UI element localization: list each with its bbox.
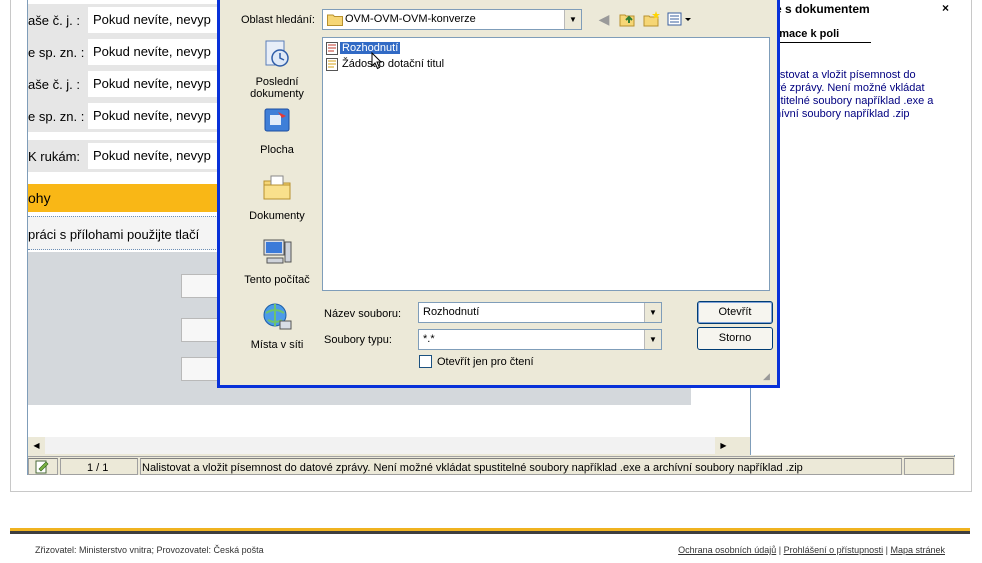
place-desktop[interactable]: Plocha — [231, 106, 323, 156]
folder-icon — [327, 14, 343, 26]
filetype-value: *.* — [423, 333, 435, 345]
form-row-label: e sp. zn. : — [28, 109, 85, 124]
readonly-checkbox[interactable] — [419, 355, 432, 368]
help-pane-text: listovat a vložit písemnost do vé zprávy… — [775, 69, 934, 120]
document-file-icon — [326, 42, 338, 55]
status-cell-extra — [904, 458, 954, 475]
footer-link-sitemap[interactable]: Mapa stránek — [890, 545, 945, 555]
filetype-select[interactable]: *.* ▼ — [418, 329, 662, 350]
footer-divider — [10, 528, 970, 534]
document-file-icon — [326, 58, 338, 71]
back-icon[interactable]: ◀ — [595, 10, 613, 28]
my-computer-icon — [263, 239, 292, 264]
status-bar: 1 / 1 Nalistovat a vložit písemnost do d… — [28, 456, 955, 475]
status-cell-icon — [28, 458, 58, 475]
look-in-label: Oblast hledání: — [241, 14, 315, 26]
look-in-select[interactable]: OVM-OVM-OVM-konverze ▼ — [322, 9, 582, 30]
place-label: Plocha — [260, 144, 294, 156]
list-item[interactable]: Žádost o dotační titul — [326, 58, 446, 73]
chevron-down-icon[interactable]: ▼ — [564, 10, 581, 29]
footer-links: Ochrana osobních údajů | Prohlášení o př… — [678, 545, 945, 555]
place-recent-documents[interactable]: Poslední dokumenty — [231, 38, 323, 100]
mouse-cursor-icon — [371, 52, 383, 70]
chevron-down-icon[interactable]: ▼ — [644, 303, 661, 322]
footer-separator: | — [776, 545, 784, 555]
place-documents[interactable]: Dokumenty — [231, 172, 323, 222]
open-file-dialog: Oblast hledání: OVM-OVM-OVM-konverze ▼ ◀… — [217, 0, 780, 388]
filename-input[interactable]: Rozhodnutí ▼ — [418, 302, 662, 323]
list-item[interactable]: Rozhodnutí — [326, 42, 401, 57]
close-icon[interactable]: × — [942, 1, 949, 15]
form-row-label: K rukám: — [28, 149, 81, 164]
attachment-button-1[interactable] — [181, 274, 219, 298]
recent-documents-icon — [265, 40, 289, 67]
status-cell-message: Nalistovat a vložit písemnost do datové … — [140, 458, 902, 475]
form-row-label: e sp. zn. : — [28, 45, 85, 60]
place-label: Dokumenty — [249, 210, 305, 222]
status-message: Nalistovat a vložit písemnost do datové … — [142, 462, 803, 474]
help-pane: e s dokumentem × rmace k poli listovat a… — [750, 0, 955, 455]
new-folder-icon[interactable] — [643, 10, 661, 28]
resize-grip-icon[interactable]: ◢ — [763, 371, 775, 383]
scroll-left-icon[interactable]: ◀ — [28, 437, 45, 454]
footer-link-privacy[interactable]: Ochrana osobních údajů — [678, 545, 776, 555]
status-page: 1 / 1 — [87, 462, 109, 474]
filetype-label: Soubory typu: — [324, 334, 392, 346]
chevron-down-icon[interactable]: ▼ — [644, 330, 661, 349]
documents-folder-icon — [263, 175, 291, 200]
edit-document-icon — [35, 460, 49, 474]
look-in-value: OVM-OVM-OVM-konverze — [345, 13, 476, 25]
file-name: Žádost o dotační titul — [342, 58, 445, 71]
scroll-right-icon[interactable]: ▶ — [715, 437, 732, 454]
attachment-button-2[interactable] — [181, 318, 219, 342]
help-pane-subtitle: rmace k poli — [775, 28, 871, 43]
place-my-computer[interactable]: Tento počítač — [231, 236, 323, 286]
place-label: Místa v síti — [250, 339, 304, 351]
desktop-icon — [264, 108, 290, 132]
status-cell-page: 1 / 1 — [60, 458, 138, 475]
hint-text: práci s přílohami použijte tlačí — [28, 227, 200, 242]
help-pane-title: e s dokumentem — [775, 2, 870, 16]
attachment-button-3[interactable] — [181, 357, 219, 381]
cancel-button[interactable]: Storno — [697, 327, 773, 350]
footer-link-accessibility[interactable]: Prohlášení o přístupnosti — [784, 545, 884, 555]
horizontal-scrollbar[interactable]: ◀ ▶ — [28, 437, 732, 454]
form-row-label: aše č. j. : — [28, 77, 81, 92]
open-button[interactable]: Otevřít — [697, 301, 773, 324]
section-title: ohy — [28, 190, 51, 206]
footer-operator: Zřizovatel: Ministerstvo vnitra; Provozo… — [35, 545, 264, 555]
place-network[interactable]: Místa v síti — [231, 301, 323, 351]
network-places-icon — [263, 303, 292, 330]
filename-value: Rozhodnutí — [423, 306, 480, 318]
form-row-label: aše č. j. : — [28, 13, 81, 28]
view-menu-icon[interactable] — [667, 10, 693, 28]
place-label: Tento počítač — [244, 274, 310, 286]
readonly-label: Otevřít jen pro čtení — [437, 356, 534, 368]
filename-label: Název souboru: — [324, 308, 402, 320]
up-folder-icon[interactable] — [619, 10, 637, 28]
place-label: Poslední dokumenty — [250, 76, 304, 100]
file-list[interactable]: Rozhodnutí Žádost o dotační titul — [322, 37, 770, 291]
